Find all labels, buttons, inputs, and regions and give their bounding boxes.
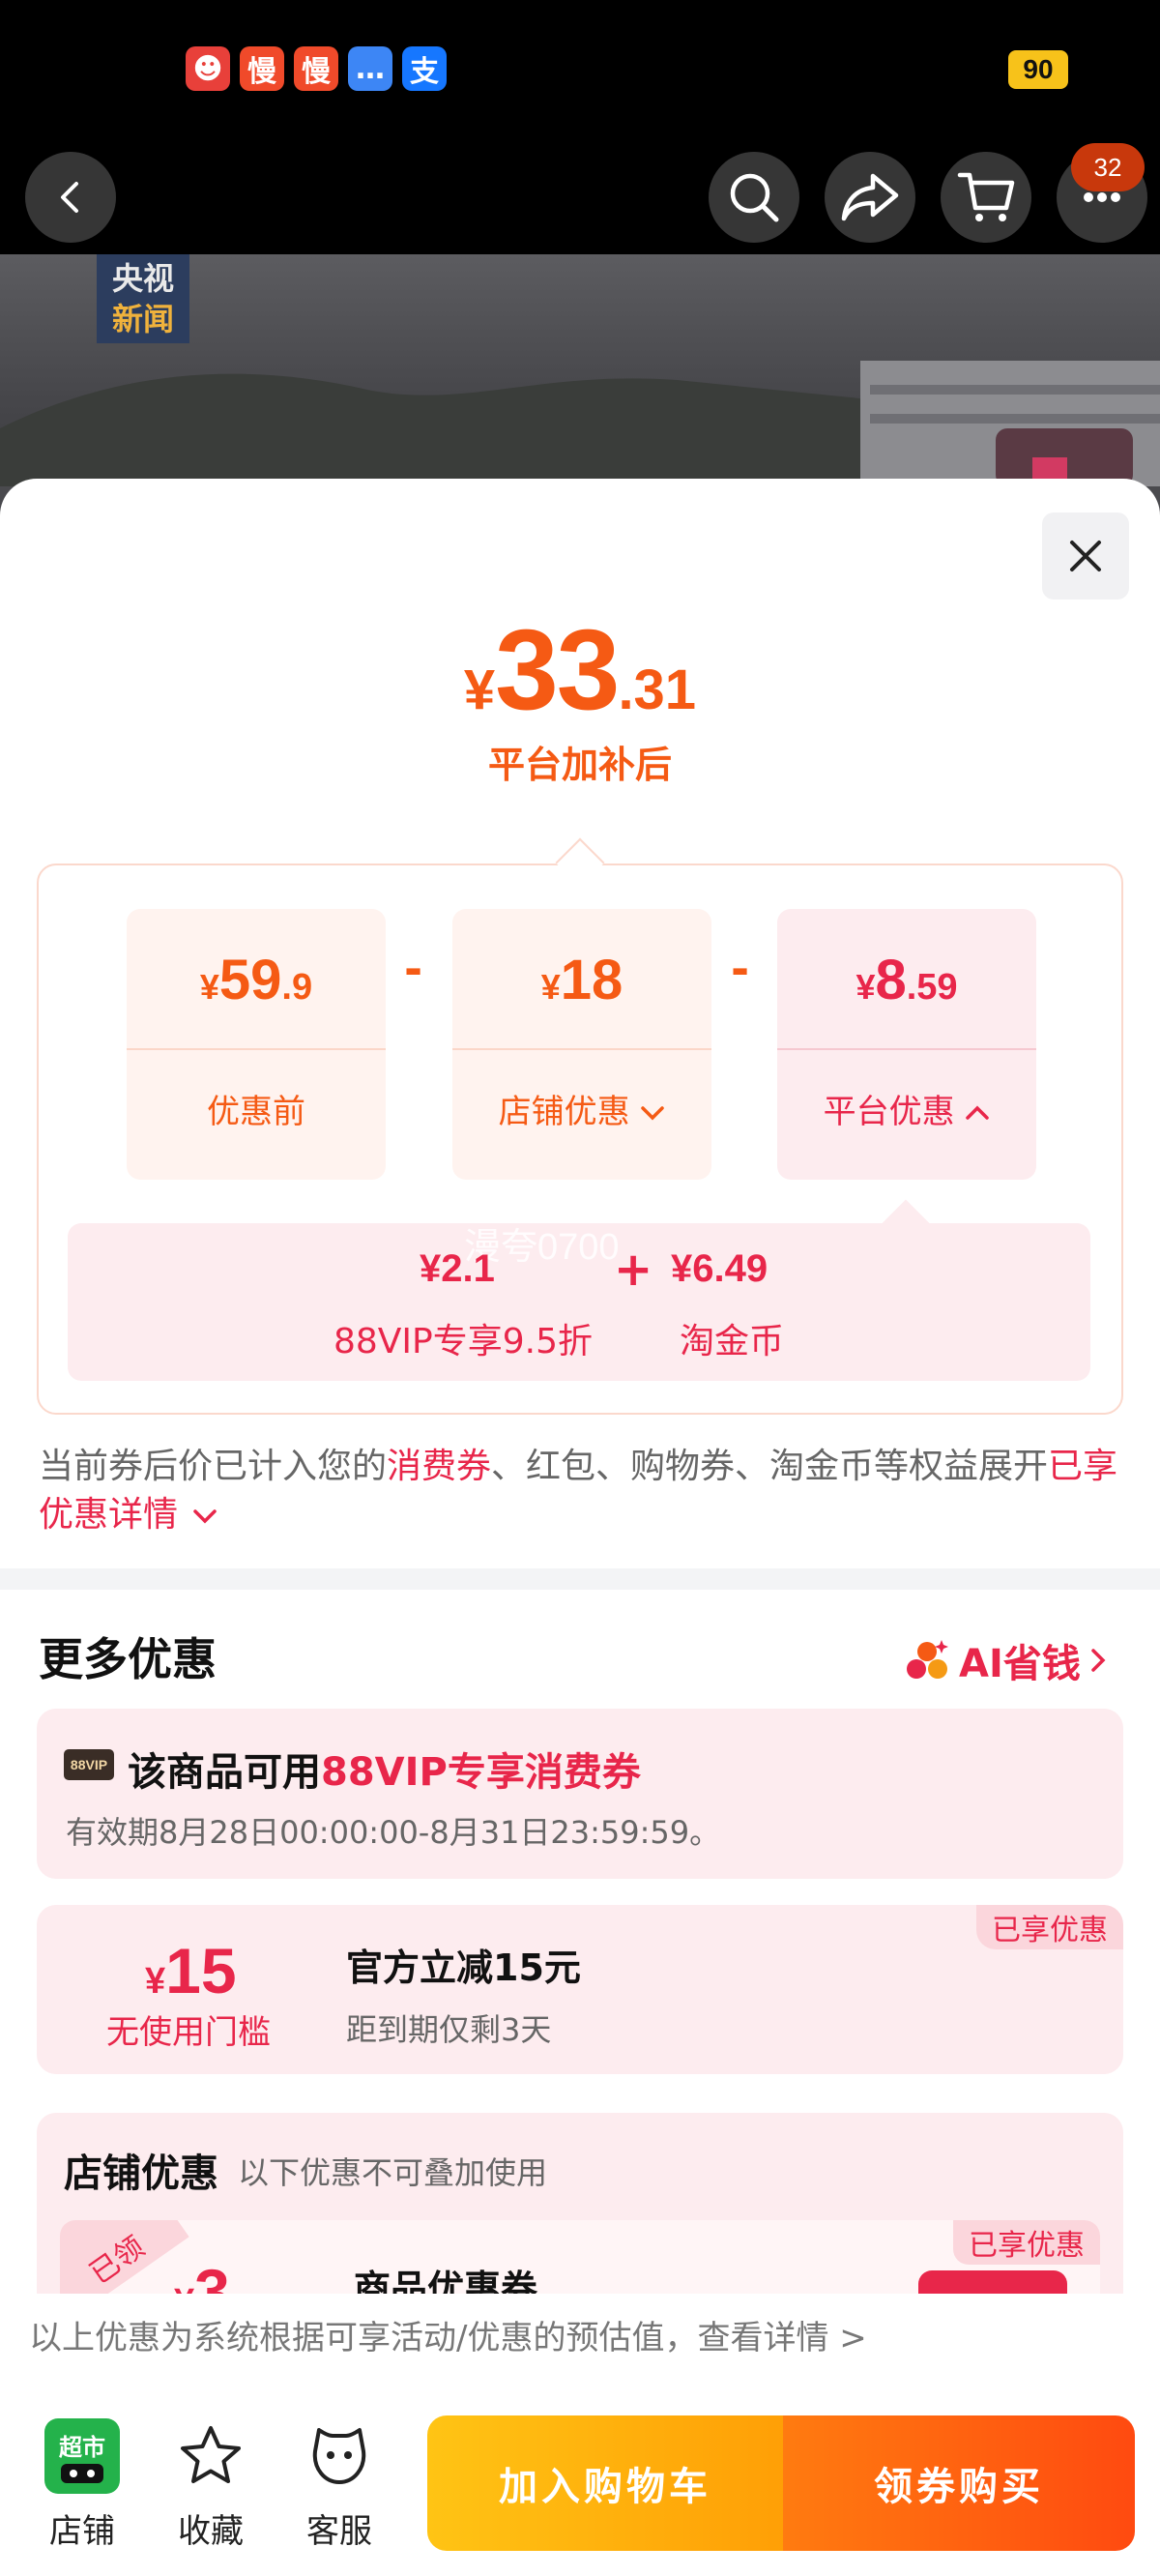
chevron-left-icon	[61, 182, 78, 213]
app-man-icon: 慢	[240, 46, 284, 91]
customer-service-button[interactable]: 客服	[291, 2415, 388, 2552]
more-discounts-title: 更多优惠	[39, 1633, 217, 1685]
original-price-card: ¥59.9 优惠前	[127, 909, 386, 1180]
cart-icon	[957, 172, 1015, 221]
final-price: ¥33.31	[0, 604, 1160, 736]
vip-coupon-title-prefix: 该商品可用	[128, 1750, 321, 1795]
store-discount-subtitle: 以下优惠不可叠加使用	[238, 2154, 548, 2191]
amount-integer: 18	[560, 949, 624, 1011]
amount-decimal: .59	[906, 967, 958, 1008]
chevron-down-icon	[193, 1509, 218, 1524]
alipay-icon: 支	[402, 46, 447, 91]
vip-coupon-title-highlight: 88VIP专享消费券	[321, 1750, 641, 1795]
supermarket-icon: 超市	[44, 2418, 120, 2494]
channel-logo-line: 新闻	[111, 301, 174, 337]
store-discount-title: 店铺优惠	[64, 2152, 218, 2196]
share-button[interactable]	[825, 152, 915, 243]
price-integer: 33	[495, 606, 620, 734]
shop-discount-card[interactable]: ¥18 店铺优惠	[452, 909, 711, 1180]
amount-decimal: .9	[281, 967, 313, 1008]
cart-button[interactable]	[941, 152, 1031, 243]
close-icon	[1070, 541, 1101, 571]
chevron-down-icon	[641, 1106, 665, 1121]
battery-indicator: 90	[1008, 50, 1068, 89]
discount-applied-badge: 已享优惠	[976, 1905, 1123, 1949]
discount-note: 当前券后价已计入您的消费券、红包、购物券、淘金币等权益展开已享优惠详情	[39, 1443, 1121, 1539]
amount: 15	[165, 1935, 237, 2006]
close-button[interactable]	[1042, 512, 1129, 600]
supermarket-icon-text: 超市	[59, 2433, 105, 2461]
minus-sign: -	[404, 943, 423, 995]
vip-coupon-title: 该商品可用88VIP专享消费券	[128, 1741, 641, 1797]
channel-logo: 央视 新闻	[97, 254, 189, 343]
official-discount-expiry: 距到期仅剩3天	[346, 2011, 552, 2048]
star-icon	[181, 2426, 241, 2483]
section-divider	[0, 1568, 1160, 1590]
coins-amount: ¥6.49	[671, 1247, 768, 1290]
add-to-cart-button[interactable]: 加入购物车	[427, 2415, 783, 2551]
note-text: 当前券后价已计入您的	[39, 1447, 388, 1486]
official-discount-condition: 无使用门槛	[106, 2013, 271, 2052]
channel-logo-line: 央视	[111, 260, 174, 297]
price-currency: ¥	[463, 659, 496, 721]
cart-count-badge: 32	[1071, 143, 1145, 191]
discount-applied-badge: 已享优惠	[953, 2220, 1100, 2265]
search-button[interactable]	[709, 152, 799, 243]
consumer-coupon-link[interactable]: 消费券	[387, 1447, 491, 1486]
minus-sign: -	[731, 943, 750, 995]
currency: ¥	[145, 1961, 166, 2002]
platform-discount-label: 平台优惠	[823, 1093, 955, 1131]
top-nav-bar	[0, 140, 1160, 254]
shop-discount-label: 店铺优惠	[498, 1093, 630, 1131]
favorite-button[interactable]: 收藏	[162, 2415, 259, 2552]
vip-discount-amount: ¥2.1	[420, 1247, 495, 1290]
vip-discount-label: 88VIP专享9.5折	[334, 1322, 594, 1361]
buy-with-coupon-button[interactable]: 领券购买	[783, 2415, 1135, 2551]
currency: ¥	[540, 967, 561, 1007]
app-man-icon: 慢	[294, 46, 338, 91]
original-price-label: 优惠前	[207, 1093, 305, 1131]
ai-sparkle-icon	[907, 1640, 948, 1679]
more-icon	[1084, 192, 1120, 202]
amount-integer: 8	[875, 949, 907, 1011]
ai-save-money-link[interactable]: AI省钱	[903, 1632, 1108, 1688]
vip-coupon-validity: 有效期8月28日00:00:00-8月31日23:59:59。	[66, 1814, 721, 1851]
search-icon	[730, 173, 779, 222]
estimate-disclaimer-link[interactable]: 以上优惠为系统根据可享活动/优惠的预估值，查看详情 >	[0, 2294, 1160, 2388]
currency: ¥	[856, 967, 876, 1007]
back-button[interactable]	[25, 152, 116, 243]
official-discount-title: 官方立减15元	[346, 1947, 581, 1989]
favorite-label: 收藏	[178, 2512, 244, 2551]
coins-label: 淘金币	[680, 1322, 785, 1361]
currency: ¥	[199, 967, 219, 1007]
platform-discount-card[interactable]: ¥8.59 平台优惠	[777, 909, 1036, 1180]
chevron-up-icon	[966, 1105, 990, 1120]
share-icon	[841, 173, 899, 221]
price-subtitle: 平台加补后	[487, 744, 672, 786]
amount-integer: 59	[218, 949, 282, 1011]
note-text: 、红包、购物券、淘金币等权益展开	[491, 1447, 1049, 1486]
message-app-icon: …	[348, 46, 392, 91]
chevron-right-icon	[1091, 1649, 1106, 1672]
status-bar: ☻ 慢 慢 … 支 90	[0, 0, 1160, 140]
official-discount-amount: ¥15	[145, 1934, 237, 2007]
shop-label: 店铺	[49, 2512, 115, 2551]
shop-button[interactable]: 超市 店铺	[34, 2415, 130, 2552]
taobao-mascot-icon: ☻	[186, 46, 230, 91]
price-decimal: .31	[618, 659, 697, 721]
plus-sign: +	[614, 1243, 653, 1297]
ai-save-money-label: AI省钱	[959, 1642, 1081, 1686]
customer-service-label: 客服	[306, 2512, 372, 2551]
88vip-tag-icon: 88VIP	[64, 1749, 114, 1780]
customer-service-icon	[312, 2428, 366, 2484]
